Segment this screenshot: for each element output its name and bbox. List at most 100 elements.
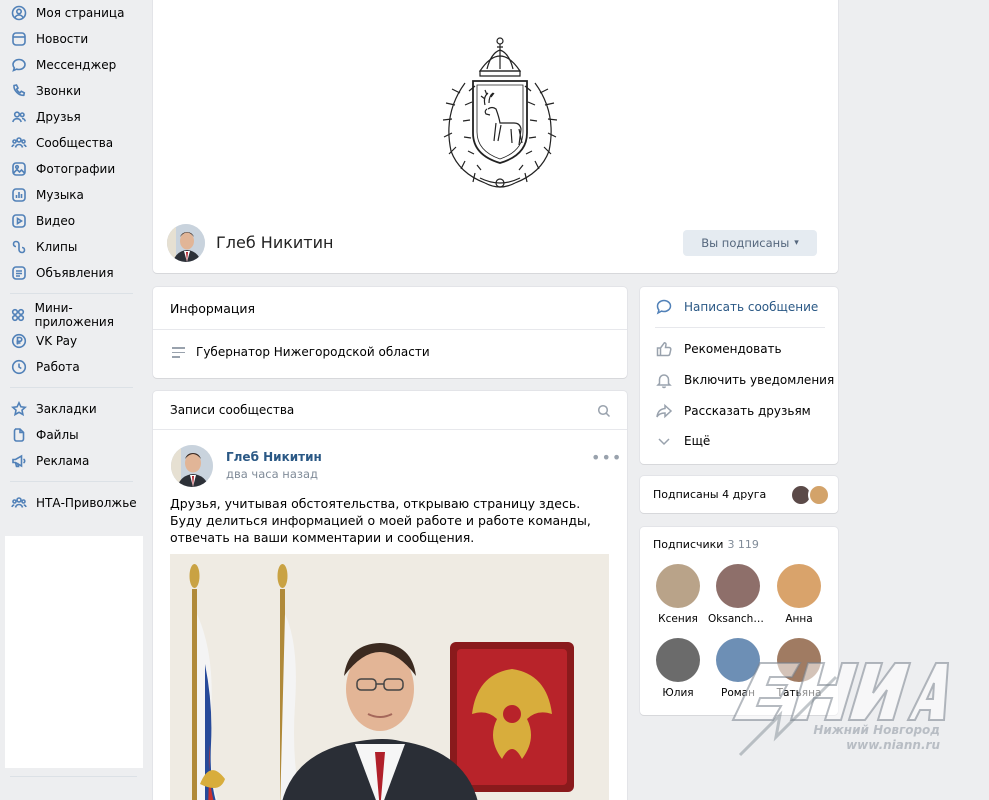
sidebar-divider [10,776,137,777]
more-options-icon[interactable]: ••• [591,448,622,467]
profile-avatar[interactable] [167,224,205,262]
post-photo[interactable] [170,554,609,800]
communities-icon [10,134,28,152]
subscriber-item[interactable]: Анна [769,564,829,625]
megaphone-icon [10,452,28,470]
post-timestamp[interactable]: два часа назад [226,467,318,481]
more-actions-label: Ещё [684,434,711,448]
sidebar-item-calls[interactable]: Звонки [0,78,143,104]
subscriber-avatar [656,564,700,608]
friend-avatar [808,484,830,506]
sidebar-item-vkpay[interactable]: VK Pay [0,328,143,354]
sidebar-item-label: Музыка [36,188,84,202]
recommend-button[interactable]: Рекомендовать [655,340,782,358]
sidebar-item-label: Звонки [36,84,81,98]
video-icon [10,212,28,230]
watermark-line: Нижний Новгород [813,723,940,737]
share-to-friends-button[interactable]: Рассказать друзьям [655,402,811,420]
subscribers-label: Подписчики [653,538,724,551]
left-sidebar: Моя страница Новости Мессенджер Звонки Д… [0,0,143,516]
search-icon[interactable] [597,404,611,418]
info-card: Информация Губернатор Нижегородской обла… [153,287,627,378]
sidebar-item-label: Файлы [36,428,79,442]
person-photo-icon [167,224,205,262]
friends-subscribed-label: Подписаны 4 друга [653,488,767,501]
subscriber-avatar [777,564,821,608]
sidebar-item-label: Реклама [36,454,90,468]
actions-divider [655,327,825,328]
music-icon [10,186,28,204]
sidebar-item-clips[interactable]: Клипы [0,234,143,260]
subscriber-name: Ксения [658,613,698,625]
sidebar-item-nta-privolzhye[interactable]: НТА-Приволжье [0,490,143,516]
subscriber-name: Юлия [662,687,694,699]
sidebar-item-label: Сообщества [36,136,114,150]
share-to-friends-label: Рассказать друзьям [684,404,811,418]
message-icon [10,56,28,74]
sidebar-item-news[interactable]: Новости [0,26,143,52]
thumbs-up-icon [655,340,675,358]
sidebar-item-label: Видео [36,214,76,228]
governor-portrait-image [170,554,609,800]
write-message-label: Написать сообщение [684,300,819,314]
more-actions-button[interactable]: Ещё [655,432,710,450]
post-author-avatar[interactable] [171,445,213,487]
sidebar-item-video[interactable]: Видео [0,208,143,234]
sidebar-item-label: VK Pay [36,334,78,348]
subscriber-avatar [716,564,760,608]
phone-icon [10,82,28,100]
sidebar-item-label: Клипы [36,240,78,254]
share-arrow-icon [655,402,675,420]
sidebar-ad-block [5,536,143,768]
bell-icon [655,371,675,389]
apps-icon [10,306,27,324]
sidebar-item-messenger[interactable]: Мессенджер [0,52,143,78]
clips-icon [10,238,28,256]
sidebar-item-ads-board[interactable]: Объявления [0,260,143,286]
tab-community-posts[interactable]: Записи сообщества [170,403,294,417]
info-divider [153,329,627,330]
watermark-line: www.niann.ru [846,738,940,752]
friends-icon [10,108,28,126]
sidebar-item-friends[interactable]: Друзья [0,104,143,130]
tab-divider [153,429,627,430]
message-icon [655,298,675,316]
watermark-text: Нижний Новгород www.niann.ru [805,723,940,753]
write-message-button[interactable]: Написать сообщение [655,298,818,316]
sidebar-item-music[interactable]: Музыка [0,182,143,208]
sidebar-item-label: Друзья [36,110,81,124]
menu-lines-icon [172,347,185,358]
subscribers-title[interactable]: Подписчики 3 119 [653,538,759,551]
post-text-line: Буду делиться информацией о моей работе … [170,513,591,545]
sidebar-item-advertising[interactable]: Реклама [0,448,143,474]
news-icon [10,30,28,48]
vkpay-icon [10,332,28,350]
sidebar-item-mini-apps[interactable]: Мини-приложения [0,301,143,329]
subscriber-item[interactable]: Oksanchu... [708,564,768,625]
star-icon [10,400,28,418]
user-circle-icon [10,4,28,22]
sidebar-item-label: Моя страница [36,6,125,20]
post-text: Друзья, учитывая обстоятельства, открыва… [170,495,615,546]
subscribers-count: 3 119 [727,538,759,551]
group-icon [10,494,28,512]
person-photo-icon [171,445,213,487]
enable-notifications-button[interactable]: Включить уведомления [655,371,834,389]
info-title[interactable]: Информация [170,301,255,316]
sidebar-item-work[interactable]: Работа [0,354,143,380]
sidebar-item-label: Работа [36,360,80,374]
subscriber-name: Oksanchu... [708,613,768,625]
sidebar-item-my-page[interactable]: Моя страница [0,0,143,26]
profile-name: Глеб Никитин [216,233,334,252]
subscriber-item[interactable]: Юлия [648,638,708,699]
post-text-line: Друзья, учитывая обстоятельства, открыва… [170,496,581,511]
sidebar-item-photos[interactable]: Фотографии [0,156,143,182]
sidebar-item-communities[interactable]: Сообщества [0,130,143,156]
sidebar-item-bookmarks[interactable]: Закладки [0,396,143,422]
sidebar-item-files[interactable]: Файлы [0,422,143,448]
subscribed-button[interactable]: Вы подписаны ▾ [683,230,817,256]
subscribed-button-label: Вы подписаны [701,236,790,250]
friends-subscribed-card[interactable]: Подписаны 4 друга [640,476,838,513]
post-author-name[interactable]: Глеб Никитин [226,450,322,464]
subscriber-item[interactable]: Ксения [648,564,708,625]
